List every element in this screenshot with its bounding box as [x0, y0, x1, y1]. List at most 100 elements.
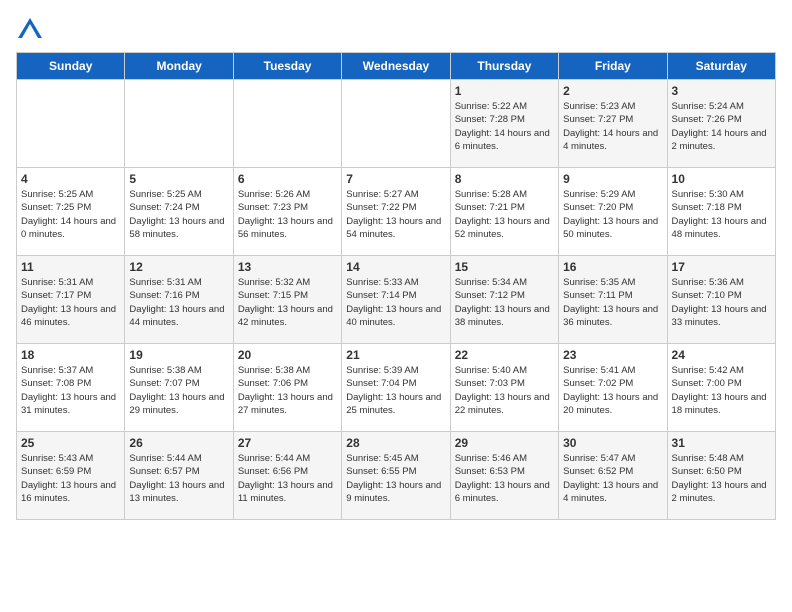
day-info: Sunrise: 5:39 AMSunset: 7:04 PMDaylight:… [346, 364, 445, 417]
day-info: Sunrise: 5:25 AMSunset: 7:25 PMDaylight:… [21, 188, 120, 241]
day-info: Sunrise: 5:33 AMSunset: 7:14 PMDaylight:… [346, 276, 445, 329]
day-info: Sunrise: 5:42 AMSunset: 7:00 PMDaylight:… [672, 364, 771, 417]
header-day-tuesday: Tuesday [233, 53, 341, 80]
header-day-saturday: Saturday [667, 53, 775, 80]
day-number: 8 [455, 172, 554, 186]
calendar-cell [17, 80, 125, 168]
day-number: 26 [129, 436, 228, 450]
day-info: Sunrise: 5:46 AMSunset: 6:53 PMDaylight:… [455, 452, 554, 505]
day-number: 13 [238, 260, 337, 274]
calendar-cell: 20 Sunrise: 5:38 AMSunset: 7:06 PMDayligh… [233, 344, 341, 432]
day-number: 25 [21, 436, 120, 450]
day-info: Sunrise: 5:32 AMSunset: 7:15 PMDaylight:… [238, 276, 337, 329]
day-number: 14 [346, 260, 445, 274]
week-row-2: 4 Sunrise: 5:25 AMSunset: 7:25 PMDaylight… [17, 168, 776, 256]
day-info: Sunrise: 5:36 AMSunset: 7:10 PMDaylight:… [672, 276, 771, 329]
calendar-cell: 22 Sunrise: 5:40 AMSunset: 7:03 PMDayligh… [450, 344, 558, 432]
calendar-header-row: SundayMondayTuesdayWednesdayThursdayFrid… [17, 53, 776, 80]
day-info: Sunrise: 5:26 AMSunset: 7:23 PMDaylight:… [238, 188, 337, 241]
day-number: 2 [563, 84, 662, 98]
header-day-monday: Monday [125, 53, 233, 80]
calendar-cell: 12Sunrise: 5:31 AMSunset: 7:16 PMDayligh… [125, 256, 233, 344]
day-info: Sunrise: 5:47 AMSunset: 6:52 PMDaylight:… [563, 452, 662, 505]
calendar-cell: 13 Sunrise: 5:32 AMSunset: 7:15 PMDayligh… [233, 256, 341, 344]
day-number: 20 [238, 348, 337, 362]
day-info: Sunrise: 5:34 AMSunset: 7:12 PMDaylight:… [455, 276, 554, 329]
day-number: 11 [21, 260, 120, 274]
day-info: Sunrise: 5:30 AMSunset: 7:18 PMDaylight:… [672, 188, 771, 241]
day-number: 30 [563, 436, 662, 450]
day-info: Sunrise: 5:22 AMSunset: 7:28 PMDaylight:… [455, 100, 554, 153]
day-number: 18 [21, 348, 120, 362]
day-number: 19 [129, 348, 228, 362]
header-day-wednesday: Wednesday [342, 53, 450, 80]
day-info: Sunrise: 5:44 AMSunset: 6:56 PMDaylight:… [238, 452, 337, 505]
calendar-cell: 16Sunrise: 5:35 AMSunset: 7:11 PMDayligh… [559, 256, 667, 344]
day-number: 31 [672, 436, 771, 450]
day-info: Sunrise: 5:41 AMSunset: 7:02 PMDaylight:… [563, 364, 662, 417]
week-row-5: 25 Sunrise: 5:43 AMSunset: 6:59 PMDayligh… [17, 432, 776, 520]
calendar-cell [342, 80, 450, 168]
day-number: 4 [21, 172, 120, 186]
calendar-cell: 27 Sunrise: 5:44 AMSunset: 6:56 PMDayligh… [233, 432, 341, 520]
calendar-cell: 3Sunrise: 5:24 AMSunset: 7:26 PMDaylight… [667, 80, 775, 168]
calendar-cell: 1 Sunrise: 5:22 AMSunset: 7:28 PMDaylight… [450, 80, 558, 168]
day-number: 27 [238, 436, 337, 450]
header-day-friday: Friday [559, 53, 667, 80]
calendar-cell: 5 Sunrise: 5:25 AMSunset: 7:24 PMDaylight… [125, 168, 233, 256]
day-info: Sunrise: 5:40 AMSunset: 7:03 PMDaylight:… [455, 364, 554, 417]
logo [16, 16, 48, 44]
calendar-cell: 29 Sunrise: 5:46 AMSunset: 6:53 PMDayligh… [450, 432, 558, 520]
calendar-cell: 2 Sunrise: 5:23 AMSunset: 7:27 PMDaylight… [559, 80, 667, 168]
day-number: 5 [129, 172, 228, 186]
header [16, 16, 776, 44]
calendar-cell: 15Sunrise: 5:34 AMSunset: 7:12 PMDayligh… [450, 256, 558, 344]
day-info: Sunrise: 5:38 AMSunset: 7:06 PMDaylight:… [238, 364, 337, 417]
day-number: 28 [346, 436, 445, 450]
calendar-cell: 14 Sunrise: 5:33 AMSunset: 7:14 PMDayligh… [342, 256, 450, 344]
calendar-cell: 19 Sunrise: 5:38 AMSunset: 7:07 PMDayligh… [125, 344, 233, 432]
day-info: Sunrise: 5:28 AMSunset: 7:21 PMDaylight:… [455, 188, 554, 241]
calendar-cell: 21 Sunrise: 5:39 AMSunset: 7:04 PMDayligh… [342, 344, 450, 432]
day-number: 21 [346, 348, 445, 362]
calendar-cell: 25 Sunrise: 5:43 AMSunset: 6:59 PMDayligh… [17, 432, 125, 520]
calendar-cell: 30 Sunrise: 5:47 AMSunset: 6:52 PMDayligh… [559, 432, 667, 520]
logo-icon [16, 16, 44, 44]
day-info: Sunrise: 5:23 AMSunset: 7:27 PMDaylight:… [563, 100, 662, 153]
day-number: 22 [455, 348, 554, 362]
header-day-thursday: Thursday [450, 53, 558, 80]
day-number: 17 [672, 260, 771, 274]
header-day-sunday: Sunday [17, 53, 125, 80]
day-info: Sunrise: 5:25 AMSunset: 7:24 PMDaylight:… [129, 188, 228, 241]
calendar-cell: 8 Sunrise: 5:28 AMSunset: 7:21 PMDaylight… [450, 168, 558, 256]
week-row-1: 1 Sunrise: 5:22 AMSunset: 7:28 PMDaylight… [17, 80, 776, 168]
day-number: 1 [455, 84, 554, 98]
calendar-cell [233, 80, 341, 168]
calendar-cell: 7Sunrise: 5:27 AMSunset: 7:22 PMDaylight… [342, 168, 450, 256]
calendar-cell: 10Sunrise: 5:30 AMSunset: 7:18 PMDayligh… [667, 168, 775, 256]
calendar-cell: 18 Sunrise: 5:37 AMSunset: 7:08 PMDayligh… [17, 344, 125, 432]
day-number: 3 [672, 84, 771, 98]
calendar-cell [125, 80, 233, 168]
day-number: 16 [563, 260, 662, 274]
day-info: Sunrise: 5:38 AMSunset: 7:07 PMDaylight:… [129, 364, 228, 417]
day-info: Sunrise: 5:37 AMSunset: 7:08 PMDaylight:… [21, 364, 120, 417]
day-number: 24 [672, 348, 771, 362]
day-info: Sunrise: 5:48 AMSunset: 6:50 PMDaylight:… [672, 452, 771, 505]
day-info: Sunrise: 5:43 AMSunset: 6:59 PMDaylight:… [21, 452, 120, 505]
calendar-cell: 28Sunrise: 5:45 AMSunset: 6:55 PMDayligh… [342, 432, 450, 520]
day-info: Sunrise: 5:31 AMSunset: 7:17 PMDaylight:… [21, 276, 120, 329]
calendar-cell: 6 Sunrise: 5:26 AMSunset: 7:23 PMDaylight… [233, 168, 341, 256]
day-number: 6 [238, 172, 337, 186]
day-number: 12 [129, 260, 228, 274]
calendar-cell: 26 Sunrise: 5:44 AMSunset: 6:57 PMDayligh… [125, 432, 233, 520]
calendar-table: SundayMondayTuesdayWednesdayThursdayFrid… [16, 52, 776, 520]
week-row-4: 18 Sunrise: 5:37 AMSunset: 7:08 PMDayligh… [17, 344, 776, 432]
day-number: 29 [455, 436, 554, 450]
day-info: Sunrise: 5:44 AMSunset: 6:57 PMDaylight:… [129, 452, 228, 505]
calendar-cell: 4 Sunrise: 5:25 AMSunset: 7:25 PMDaylight… [17, 168, 125, 256]
calendar-cell: 17 Sunrise: 5:36 AMSunset: 7:10 PMDayligh… [667, 256, 775, 344]
day-number: 23 [563, 348, 662, 362]
week-row-3: 11 Sunrise: 5:31 AMSunset: 7:17 PMDayligh… [17, 256, 776, 344]
day-info: Sunrise: 5:27 AMSunset: 7:22 PMDaylight:… [346, 188, 445, 241]
